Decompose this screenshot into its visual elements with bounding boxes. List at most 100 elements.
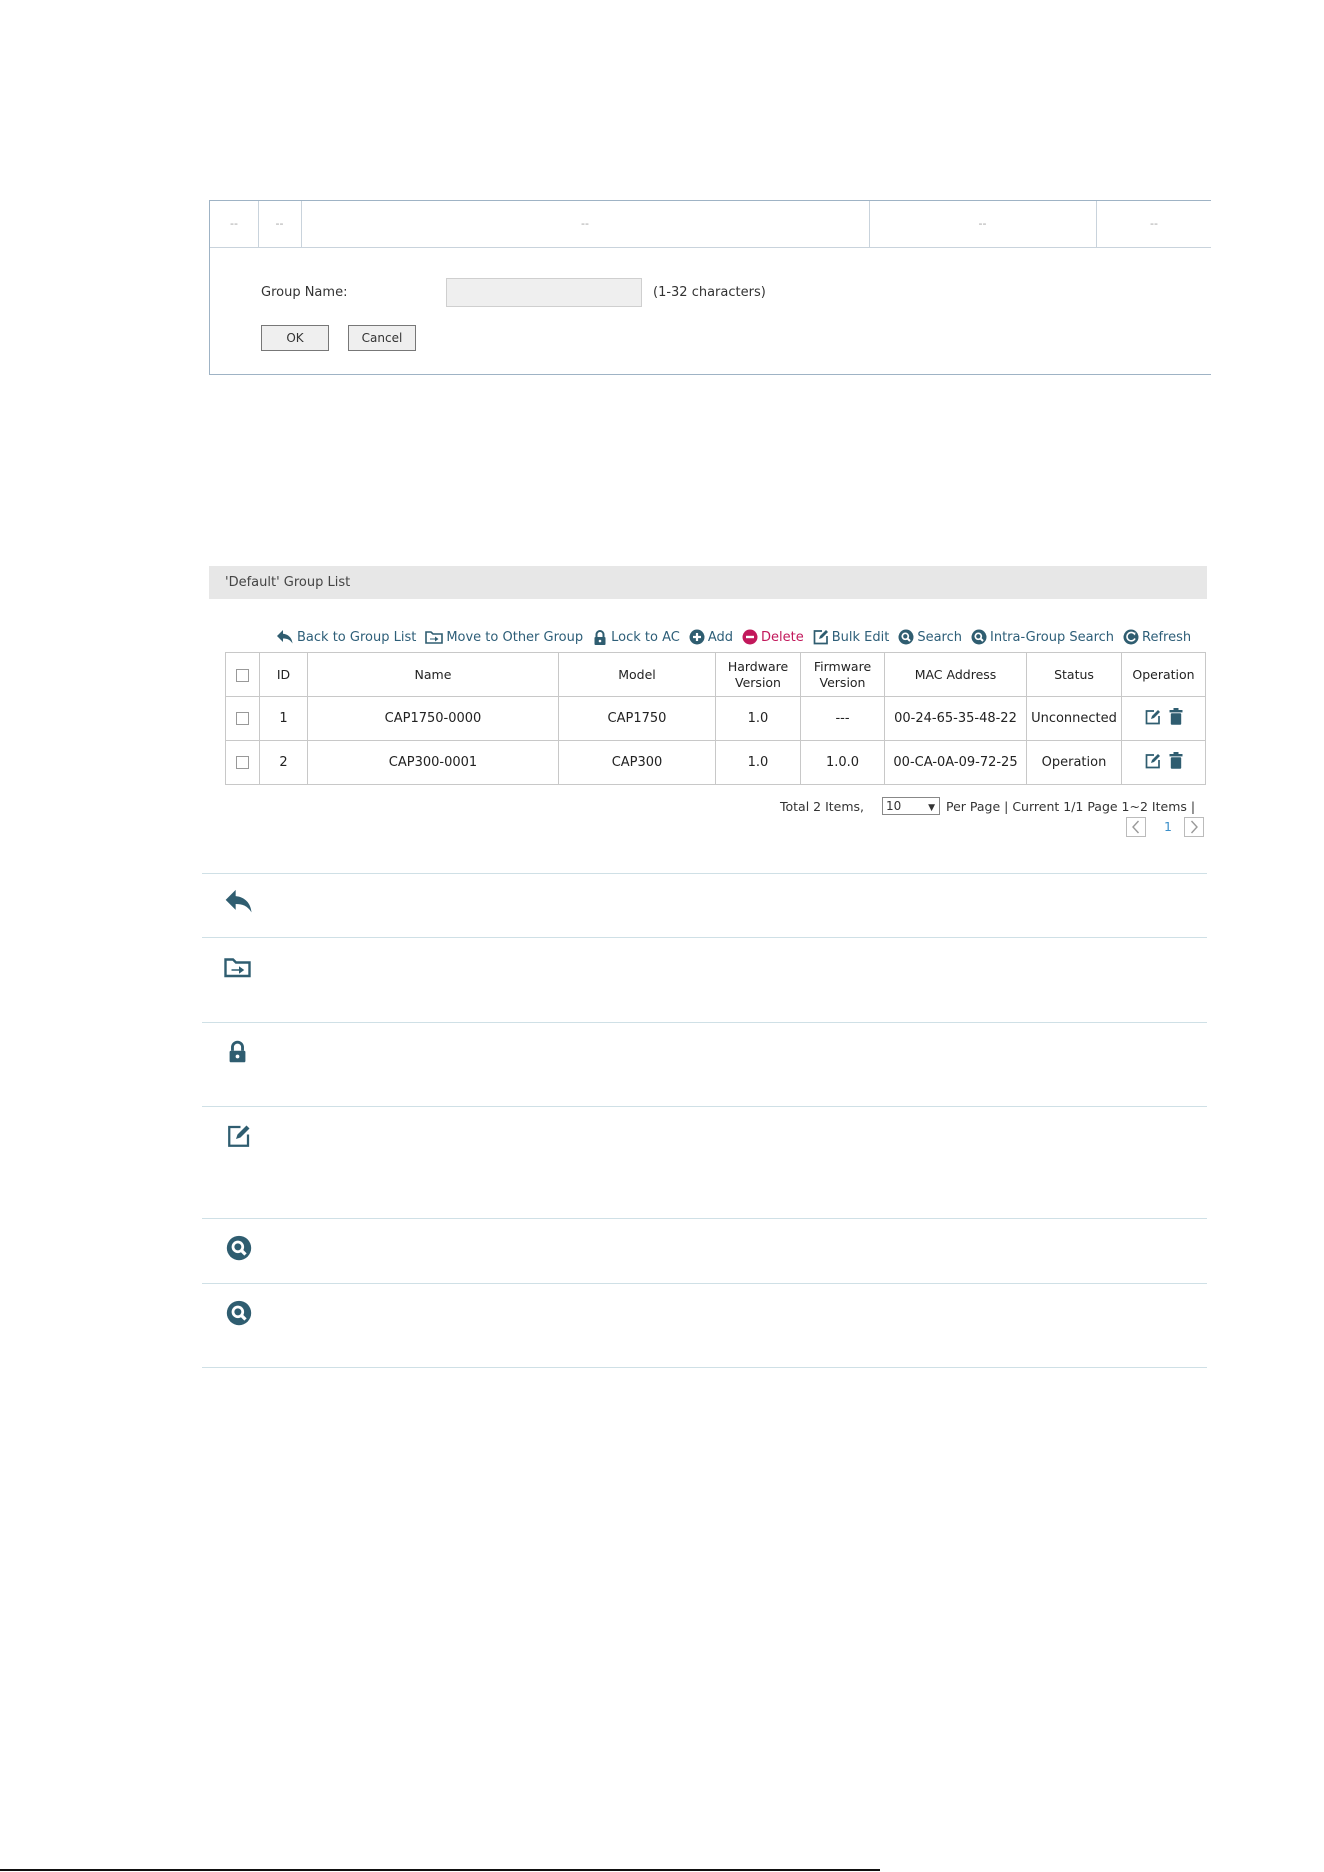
cell-operation	[1121, 740, 1206, 785]
move-to-other-group-button[interactable]: Move to Other Group	[425, 629, 583, 645]
legend-row	[202, 937, 1207, 1022]
group-name-label: Group Name:	[261, 285, 348, 300]
add-label: Add	[707, 629, 733, 645]
cell-status: Operation	[1026, 740, 1122, 785]
firmware-header-line1: Firmware	[813, 658, 872, 674]
previous-page-button[interactable]	[1126, 817, 1146, 837]
delete-button[interactable]: Delete	[742, 629, 804, 645]
minus-circle-icon	[742, 629, 761, 645]
placeholder-cell: --	[1150, 217, 1158, 230]
cell-firmware-version: ---	[800, 696, 885, 741]
back-to-group-list-label: Back to Group List	[297, 629, 417, 645]
cell-model: CAP1750	[558, 696, 716, 741]
add-button[interactable]: Add	[689, 629, 733, 645]
table-header-row: ID Name Model Hardware Version Firmware Ve…	[225, 652, 1206, 697]
hardware-header-line1: Hardware	[727, 658, 789, 674]
move-folder-icon	[425, 629, 446, 645]
dropdown-arrow-icon: ▼	[928, 803, 935, 813]
footer-divider	[0, 1869, 880, 1871]
bulk-edit-button[interactable]: Bulk Edit	[813, 629, 890, 645]
edit-icon	[813, 629, 832, 645]
back-arrow-icon	[276, 629, 297, 645]
cell-id: 1	[259, 696, 308, 741]
cell-model: CAP300	[558, 740, 716, 785]
bulk-edit-label: Bulk Edit	[831, 629, 890, 645]
refresh-icon	[1123, 629, 1142, 645]
group-toolbar: Back to Group List Move to Other Group L…	[276, 627, 1200, 647]
back-arrow-icon	[224, 888, 254, 915]
row-checkbox[interactable]	[236, 756, 249, 769]
firmware-header-line2: Version	[819, 674, 866, 690]
placeholder-cell: --	[301, 201, 870, 247]
search-button[interactable]: Search	[898, 629, 962, 645]
intra-group-search-label: Intra-Group Search	[990, 629, 1115, 645]
trash-icon[interactable]	[1169, 752, 1183, 769]
trash-icon[interactable]	[1169, 708, 1183, 725]
cell-name: CAP300-0001	[307, 740, 559, 785]
select-all-cell	[225, 652, 260, 697]
lock-icon	[226, 1039, 249, 1064]
column-header-status[interactable]: Status	[1026, 652, 1122, 697]
cell-mac-address: 00-CA-0A-09-72-25	[884, 740, 1027, 785]
placeholder-cell: --	[869, 201, 1097, 247]
column-header-hardware-version[interactable]: Hardware Version	[715, 652, 801, 697]
edit-icon[interactable]	[1145, 753, 1161, 769]
legend-row	[202, 1283, 1207, 1368]
lock-to-ac-button[interactable]: Lock to AC	[592, 629, 680, 646]
ok-button[interactable]: OK	[261, 325, 329, 351]
legend-row	[202, 1218, 1207, 1283]
legend-row	[202, 1106, 1207, 1218]
column-header-model[interactable]: Model	[558, 652, 716, 697]
delete-label: Delete	[761, 629, 804, 645]
search-icon	[226, 1300, 252, 1326]
edit-icon[interactable]	[1145, 709, 1161, 725]
column-header-operation: Operation	[1121, 652, 1206, 697]
legend-row	[202, 1022, 1207, 1106]
cell-id: 2	[259, 740, 308, 785]
cell-mac-address: 00-24-65-35-48-22	[884, 696, 1027, 741]
cell-hardware-version: 1.0	[715, 740, 801, 785]
legend-row	[202, 873, 1207, 937]
group-name-input[interactable]	[446, 278, 642, 307]
next-page-button[interactable]	[1184, 817, 1204, 837]
intra-group-search-button[interactable]: Intra-Group Search	[971, 629, 1114, 645]
page-info-text: Per Page | Current 1/1 Page 1~2 Items |	[946, 799, 1196, 814]
column-header-name[interactable]: Name	[307, 652, 559, 697]
move-folder-icon	[224, 955, 251, 979]
column-header-firmware-version[interactable]: Firmware Version	[800, 652, 885, 697]
table-row: 1 CAP1750-0000 CAP1750 1.0 --- 00-24-65-…	[225, 696, 1206, 741]
icon-legend	[202, 873, 1207, 1368]
column-header-id[interactable]: ID	[259, 652, 308, 697]
column-header-mac-address[interactable]: MAC Address	[884, 652, 1027, 697]
select-all-checkbox[interactable]	[236, 668, 249, 682]
lock-to-ac-label: Lock to AC	[611, 629, 680, 645]
cancel-button[interactable]: Cancel	[348, 325, 416, 351]
chevron-left-icon	[1131, 820, 1141, 834]
table-row: 2 CAP300-0001 CAP300 1.0 1.0.0 00-CA-0A-…	[225, 740, 1206, 785]
total-items-text: Total 2 Items,	[780, 799, 865, 814]
refresh-label: Refresh	[1142, 629, 1192, 645]
lock-icon	[592, 629, 611, 646]
search-label: Search	[917, 629, 962, 645]
cell-firmware-version: 1.0.0	[800, 740, 885, 785]
placeholder-cell: --	[258, 201, 302, 247]
cell-status: Unconnected	[1026, 696, 1122, 741]
cell-name: CAP1750-0000	[307, 696, 559, 741]
page-number-link[interactable]: 1	[1164, 819, 1172, 834]
row-select-cell	[225, 696, 260, 741]
search-icon	[898, 629, 917, 645]
group-edit-panel: -- -- -- -- -- Group Name: (1-32 charact…	[209, 200, 1211, 375]
hardware-header-line2: Version	[735, 674, 781, 690]
placeholder-cell: --	[210, 201, 259, 247]
cell-operation	[1121, 696, 1206, 741]
placeholder-row: -- -- -- -- --	[210, 201, 1211, 248]
search-icon	[226, 1235, 252, 1261]
chevron-right-icon	[1189, 820, 1199, 834]
group-list-title: 'Default' Group List	[209, 566, 1207, 599]
plus-circle-icon	[689, 629, 708, 645]
row-checkbox[interactable]	[236, 712, 249, 725]
search-icon	[971, 629, 990, 645]
back-to-group-list-button[interactable]: Back to Group List	[276, 629, 416, 645]
per-page-select[interactable]: 10 ▼	[882, 797, 940, 815]
refresh-button[interactable]: Refresh	[1123, 629, 1191, 645]
